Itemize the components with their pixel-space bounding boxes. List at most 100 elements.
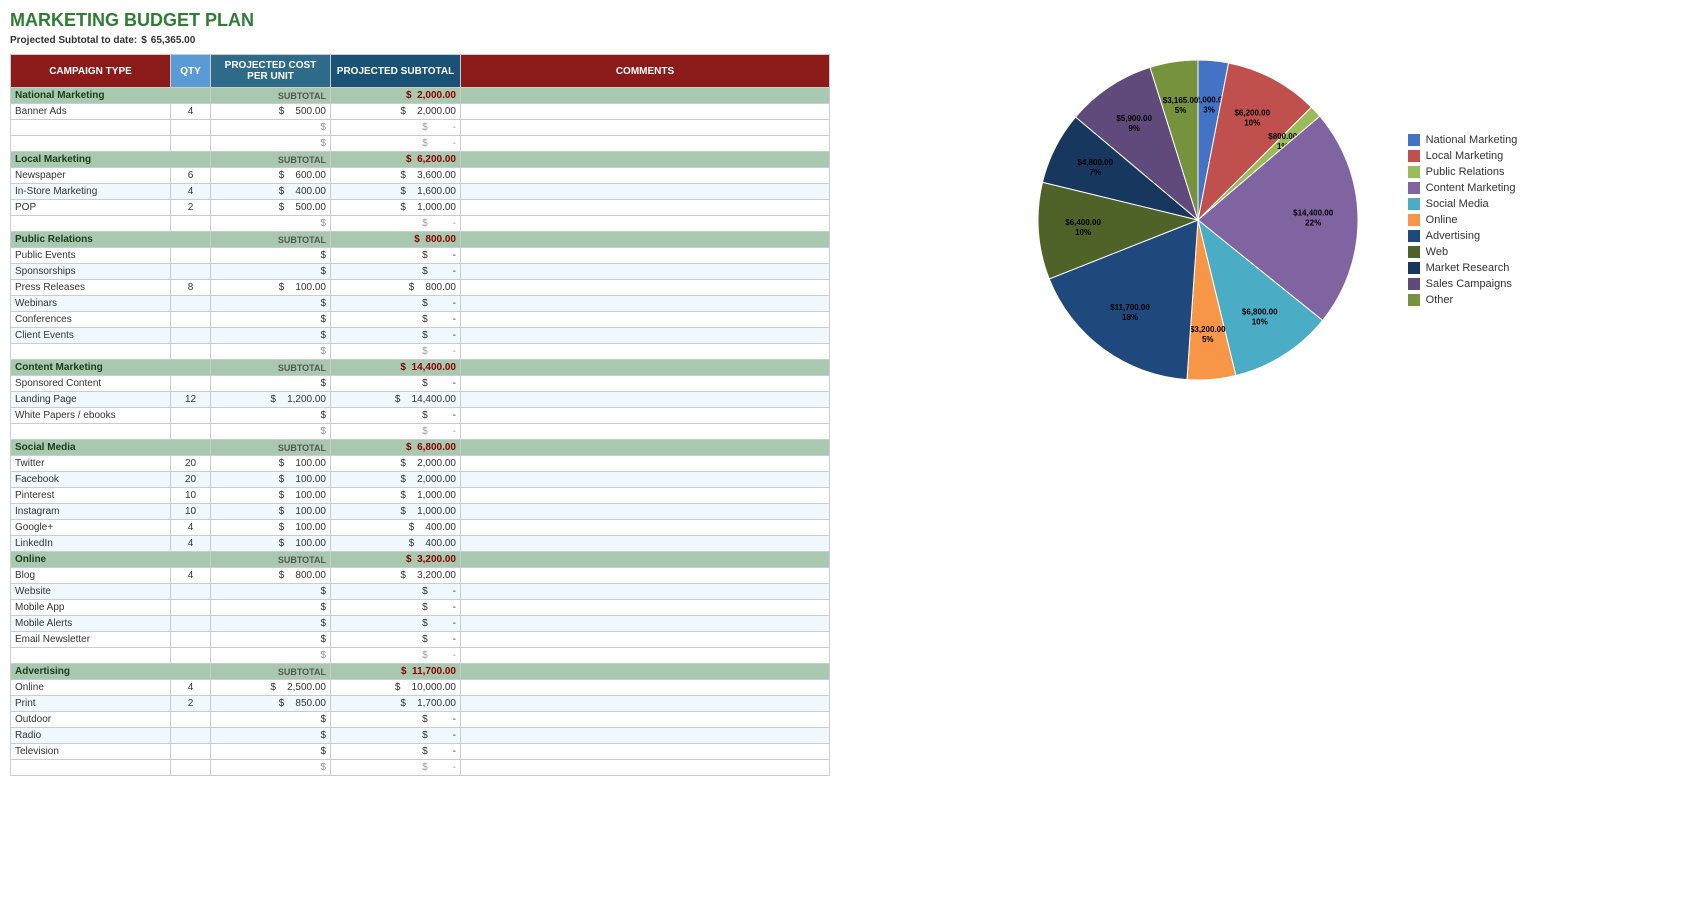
empty-cell	[11, 424, 171, 440]
legend-item: Content Marketing	[1408, 182, 1518, 194]
item-comments	[461, 408, 830, 424]
header-projected-cost: PROJECTED COST PER UNIT	[211, 55, 331, 88]
item-cost: $	[211, 744, 331, 760]
empty-subtotal: $ -	[331, 120, 461, 136]
item-subtotal: $ -	[331, 296, 461, 312]
empty-cell	[11, 216, 171, 232]
category-row: Local Marketing SUBTOTAL $ 6,200.00	[11, 152, 830, 168]
item-comments	[461, 536, 830, 552]
pie-chart: $2,000.003%$6,200.0010%$800.001%$14,400.…	[1008, 30, 1388, 410]
item-cost: $	[211, 712, 331, 728]
item-cost: $ 100.00	[211, 520, 331, 536]
item-qty: 10	[171, 488, 211, 504]
category-comments	[461, 88, 830, 104]
table-row: Press Releases 8 $ 100.00 $ 800.00	[11, 280, 830, 296]
subtitle-value: 65,365.00	[151, 35, 196, 46]
item-subtotal: $ -	[331, 632, 461, 648]
empty-cell	[11, 344, 171, 360]
empty-subtotal: $ -	[331, 136, 461, 152]
legend-item: Public Relations	[1408, 166, 1518, 178]
item-subtotal: $ 3,600.00	[331, 168, 461, 184]
item-name: Public Events	[11, 248, 171, 264]
item-name: Newspaper	[11, 168, 171, 184]
category-name: Content Marketing	[11, 360, 211, 376]
item-subtotal: $ 800.00	[331, 280, 461, 296]
item-qty: 10	[171, 504, 211, 520]
table-row: POP 2 $ 500.00 $ 1,000.00	[11, 200, 830, 216]
empty-cell	[171, 120, 211, 136]
category-comments	[461, 152, 830, 168]
page-title: MARKETING BUDGET PLAN	[10, 10, 830, 31]
legend-label: Market Research	[1426, 262, 1510, 274]
empty-cost: $	[211, 760, 331, 776]
item-name: Landing Page	[11, 392, 171, 408]
subtotal-amount: $ 14,400.00	[331, 360, 461, 376]
table-row: $ $ -	[11, 216, 830, 232]
legend-label: National Marketing	[1426, 134, 1518, 146]
item-comments	[461, 104, 830, 120]
category-row: Advertising SUBTOTAL $ 11,700.00	[11, 664, 830, 680]
item-comments	[461, 632, 830, 648]
item-name: Mobile Alerts	[11, 616, 171, 632]
item-comments	[461, 456, 830, 472]
legend-label: Content Marketing	[1426, 182, 1516, 194]
item-comments	[461, 248, 830, 264]
legend-color-box	[1408, 230, 1420, 242]
legend-color-box	[1408, 150, 1420, 162]
legend-item: National Marketing	[1408, 134, 1518, 146]
item-qty: 4	[171, 568, 211, 584]
item-qty	[171, 616, 211, 632]
item-subtotal: $ 1,000.00	[331, 200, 461, 216]
header-campaign: CAMPAIGN TYPE	[11, 55, 171, 88]
item-name: LinkedIn	[11, 536, 171, 552]
subtotal-amount: $ 6,800.00	[331, 440, 461, 456]
item-cost: $ 100.00	[211, 504, 331, 520]
category-name: National Marketing	[11, 88, 211, 104]
item-qty	[171, 376, 211, 392]
empty-cell	[171, 760, 211, 776]
empty-cell	[11, 760, 171, 776]
item-qty	[171, 248, 211, 264]
item-name: Webinars	[11, 296, 171, 312]
table-row: Banner Ads 4 $ 500.00 $ 2,000.00	[11, 104, 830, 120]
item-name: Television	[11, 744, 171, 760]
item-comments	[461, 376, 830, 392]
chart-legend: National Marketing Local Marketing Publi…	[1408, 134, 1518, 306]
item-qty: 20	[171, 456, 211, 472]
item-comments	[461, 264, 830, 280]
empty-subtotal: $ -	[331, 760, 461, 776]
item-comments	[461, 472, 830, 488]
item-name: Mobile App	[11, 600, 171, 616]
subtotal-amount: $ 2,000.00	[331, 88, 461, 104]
subtotal-label: SUBTOTAL	[211, 360, 331, 376]
item-qty	[171, 600, 211, 616]
table-row: Google+ 4 $ 100.00 $ 400.00	[11, 520, 830, 536]
item-subtotal: $ -	[331, 728, 461, 744]
category-comments	[461, 664, 830, 680]
item-subtotal: $ 14,400.00	[331, 392, 461, 408]
item-qty	[171, 408, 211, 424]
category-row: Online SUBTOTAL $ 3,200.00	[11, 552, 830, 568]
empty-cell	[11, 136, 171, 152]
table-row: Mobile App $ $ -	[11, 600, 830, 616]
empty-cell	[171, 424, 211, 440]
table-row: Conferences $ $ -	[11, 312, 830, 328]
legend-label: Other	[1426, 294, 1454, 306]
legend-item: Sales Campaigns	[1408, 278, 1518, 290]
legend-color-box	[1408, 278, 1420, 290]
item-subtotal: $ -	[331, 264, 461, 280]
table-row: $ $ -	[11, 648, 830, 664]
item-qty	[171, 264, 211, 280]
item-comments	[461, 392, 830, 408]
item-qty: 4	[171, 680, 211, 696]
item-name: Press Releases	[11, 280, 171, 296]
table-row: Newspaper 6 $ 600.00 $ 3,600.00	[11, 168, 830, 184]
item-cost: $	[211, 632, 331, 648]
item-comments	[461, 600, 830, 616]
item-subtotal: $ 1,700.00	[331, 696, 461, 712]
subtotal-amount: $ 3,200.00	[331, 552, 461, 568]
page-container: MARKETING BUDGET PLAN Projected Subtotal…	[0, 0, 1685, 786]
item-comments	[461, 680, 830, 696]
item-comments	[461, 728, 830, 744]
item-cost: $ 400.00	[211, 184, 331, 200]
